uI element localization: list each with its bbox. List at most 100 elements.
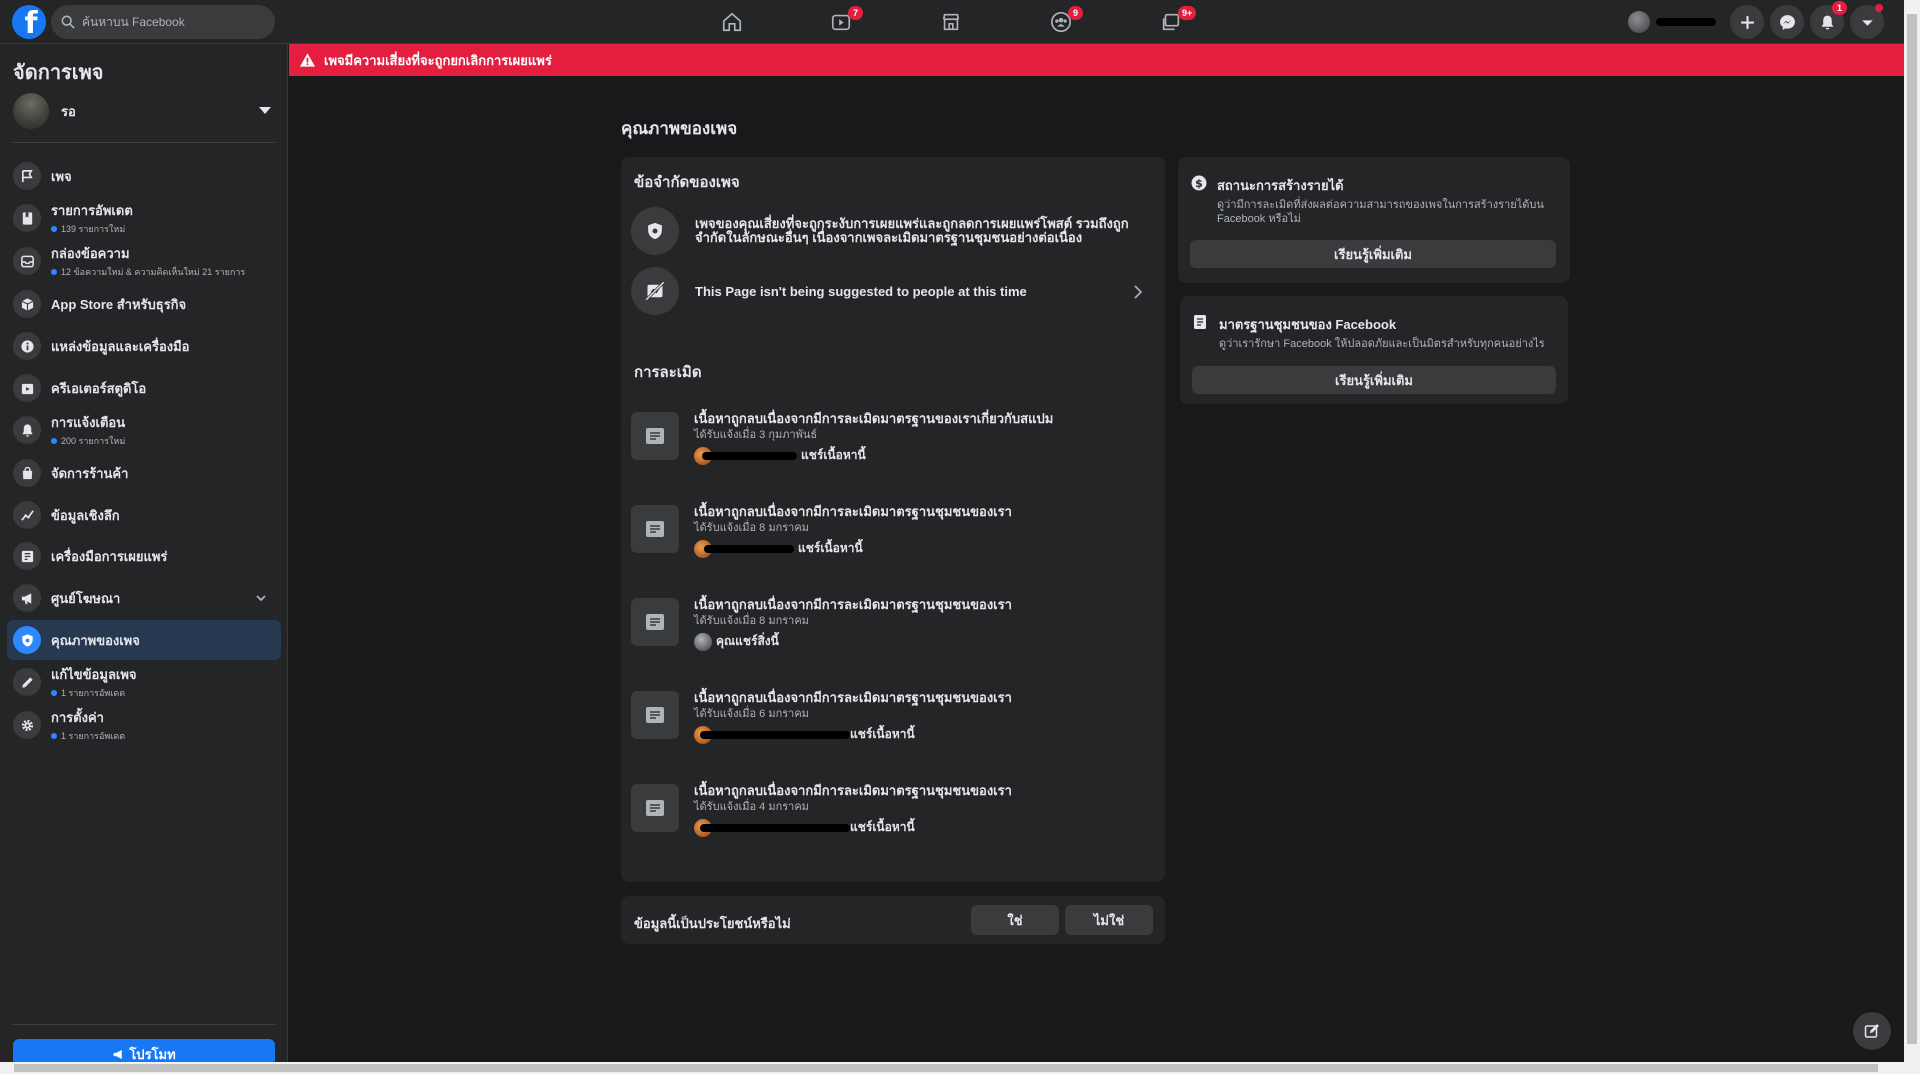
compose-icon <box>1864 1024 1879 1038</box>
violation-item[interactable]: เนื้อหาถูกลบเนื่องจากมีการละเมิดมาตรฐานข… <box>631 408 1151 488</box>
yes-button[interactable]: ใช่ <box>971 905 1059 935</box>
share-text: คุณแชร์สิ่งนี้ <box>716 634 779 648</box>
sidebar-item-ad-center[interactable]: ศูนย์โฆษณา <box>7 578 281 618</box>
account-menu-button[interactable] <box>1850 4 1884 39</box>
violation-item[interactable]: เนื้อหาถูกลบเนื่องจากมีการละเมิดมาตรฐานช… <box>631 501 1151 581</box>
nav-pages[interactable]: 9+ <box>1116 0 1226 44</box>
page-management-sidebar: จัดการเพจ รอ เพจ รายการอัพเดต 139 รายการใ… <box>0 44 288 1069</box>
standards-title: มาตรฐานชุมชนของ Facebook <box>1219 317 1397 332</box>
shopping-bag-icon <box>13 459 41 487</box>
feedback-question: ข้อมูลนี้เป็นประโยชน์หรือไม่ <box>634 916 791 931</box>
messenger-button[interactable] <box>1770 5 1804 39</box>
restrictions-heading: ข้อจำกัดของเพจ <box>634 174 740 191</box>
page-risk-alert-banner: เพจมีความเสี่ยงที่จะถูกยกเลิกการเผยแพร่ <box>289 44 1904 76</box>
plus-icon <box>1740 15 1754 29</box>
sidebar-item-updates[interactable]: รายการอัพเดต 139 รายการใหม่ <box>7 198 281 238</box>
inbox-icon <box>13 247 41 275</box>
creator-studio-icon <box>13 374 41 402</box>
sidebar-item-page-quality[interactable]: คุณภาพของเพจ <box>7 620 281 660</box>
violation-date: ได้รับแจ้งเมื่อ 6 มกราคม <box>694 708 809 720</box>
chevron-down-icon <box>1861 19 1873 26</box>
violation-item[interactable]: เนื้อหาถูกลบเนื่องจากมีการละเมิดมาตรฐานช… <box>631 780 1151 860</box>
sidebar-item-insights[interactable]: ข้อมูลเชิงลึก <box>7 495 281 535</box>
post-icon <box>631 691 679 739</box>
page-quality-card: ข้อจำกัดของเพจ เพจของคุณเสี่ยงที่จะถูกระ… <box>621 157 1165 882</box>
standards-description: ดูว่าเรารักษา Facebook ให้ปลอดภัยและเป็น… <box>1219 338 1545 350</box>
violation-date: ได้รับแจ้งเมื่อ 8 มกราคม <box>694 522 809 534</box>
sidebar-item-settings[interactable]: การตั้งค่า 1 รายการอัพเดต <box>7 705 281 745</box>
monetization-description-line-1: ดูว่ามีการละเมิดที่ส่งผลต่อความสามารถของ… <box>1217 199 1544 211</box>
post-icon <box>631 505 679 553</box>
profile-shortcut[interactable] <box>1624 5 1724 39</box>
no-button[interactable]: ไม่ใช่ <box>1065 905 1153 935</box>
sidebar-item-notifications[interactable]: การแจ้งเตือน 200 รายการใหม่ <box>7 410 281 450</box>
sidebar-item-creator-studio[interactable]: ครีเอเตอร์สตูดิโอ <box>7 368 281 408</box>
marketplace-icon <box>942 13 960 31</box>
sidebar-item-label: แก้ไขข้อมูลเพจ <box>51 667 137 682</box>
insights-icon <box>13 501 41 529</box>
bookmark-icon <box>13 204 41 232</box>
violation-share: คุณแชร์สิ่งนี้ <box>694 632 779 651</box>
search-input[interactable] <box>82 15 252 29</box>
chevron-down-icon[interactable] <box>255 592 267 604</box>
dollar-icon: $ <box>1191 175 1207 191</box>
create-button[interactable] <box>1730 5 1764 39</box>
alert-text: เพจมีความเสี่ยงที่จะถูกยกเลิกการเผยแพร่ <box>324 52 552 68</box>
redacted-sharer-name <box>700 823 850 832</box>
not-suggested-icon <box>631 267 679 315</box>
post-icon <box>631 784 679 832</box>
sidebar-item-label: จัดการร้านค้า <box>51 465 129 481</box>
redacted-sharer-name <box>702 451 797 460</box>
suggestion-row[interactable]: This Page isn't being suggested to peopl… <box>631 267 1151 315</box>
sidebar-item-label: แหล่งข้อมูลและเครื่องมือ <box>51 338 190 354</box>
bell-icon <box>13 416 41 444</box>
monetization-learn-more-button[interactable]: เรียนรู้เพิ่มเติม <box>1190 240 1556 268</box>
horizontal-scrollbar[interactable] <box>0 1062 1904 1074</box>
risk-text-line-2: จำกัดในลักษณะอื่นๆ เนื่องจากเพจละเมิดมาต… <box>695 230 1083 245</box>
profile-avatar <box>1628 11 1650 33</box>
nav-marketplace[interactable] <box>896 0 1006 44</box>
pencil-icon <box>13 668 41 696</box>
post-icon <box>631 412 679 460</box>
pages-badge: 9+ <box>1178 6 1197 20</box>
sidebar-item-inbox[interactable]: กล่องข้อความ 12 ข้อความใหม่ & ความคิดเห็น… <box>7 241 281 281</box>
scrollbar-thumb[interactable] <box>1907 14 1917 1044</box>
flag-icon <box>13 162 41 190</box>
monetization-title: สถานะการสร้างรายได้ <box>1217 178 1344 193</box>
standards-learn-more-button[interactable]: เรียนรู้เพิ่มเติม <box>1192 366 1556 394</box>
notifications-button[interactable]: 1 <box>1810 1 1847 39</box>
watch-badge: 7 <box>848 6 863 20</box>
violation-item[interactable]: เนื้อหาถูกลบเนื่องจากมีการละเมิดมาตรฐานช… <box>631 687 1151 767</box>
nav-watch[interactable]: 7 <box>786 0 896 44</box>
chevron-right-icon <box>1134 285 1143 299</box>
nav-home[interactable] <box>677 0 787 44</box>
search-box[interactable] <box>51 5 275 39</box>
facebook-logo[interactable]: f <box>12 5 46 39</box>
redacted-sharer-name <box>704 544 794 553</box>
home-icon <box>722 12 742 32</box>
violation-item[interactable]: เนื้อหาถูกลบเนื่องจากมีการละเมิดมาตรฐานช… <box>631 594 1151 674</box>
page-title: คุณภาพของเพจ <box>621 119 738 138</box>
vertical-scrollbar[interactable] <box>1904 0 1920 1074</box>
bell-icon <box>1821 15 1833 29</box>
sidebar-item-shop[interactable]: จัดการร้านค้า <box>7 453 281 493</box>
messenger-icon <box>1779 14 1795 30</box>
redacted-profile-name <box>1656 18 1716 26</box>
sidebar-item-resources[interactable]: แหล่งข้อมูลและเครื่องมือ <box>7 326 281 366</box>
page-avatar <box>13 93 49 129</box>
sidebar-item-label: คุณภาพของเพจ <box>51 632 140 648</box>
sidebar-item-app-store[interactable]: App Store สำหรับธุรกิจ <box>7 284 281 324</box>
sidebar-item-publishing-tools[interactable]: เครื่องมือการเผยแพร่ <box>7 536 281 576</box>
violation-share: แชร์เนื้อหานี้ <box>694 818 915 837</box>
nav-groups[interactable]: 9 <box>1006 0 1116 44</box>
sidebar-item-subtext: 139 รายการใหม่ <box>51 222 133 236</box>
violation-date: ได้รับแจ้งเมื่อ 8 มกราคม <box>694 615 809 627</box>
scrollbar-thumb[interactable] <box>14 1064 1878 1072</box>
sidebar-item-edit-page-info[interactable]: แก้ไขข้อมูลเพจ 1 รายการอัพเดต <box>7 662 281 702</box>
sidebar-item-page[interactable]: เพจ <box>7 156 281 196</box>
compose-message-button[interactable] <box>1853 1012 1891 1050</box>
account-controls: 1 <box>1624 1 1884 39</box>
sidebar-title: จัดการเพจ <box>13 62 104 84</box>
page-switcher[interactable]: รอ <box>13 90 275 132</box>
violation-date: ได้รับแจ้งเมื่อ 4 มกราคม <box>694 801 809 813</box>
